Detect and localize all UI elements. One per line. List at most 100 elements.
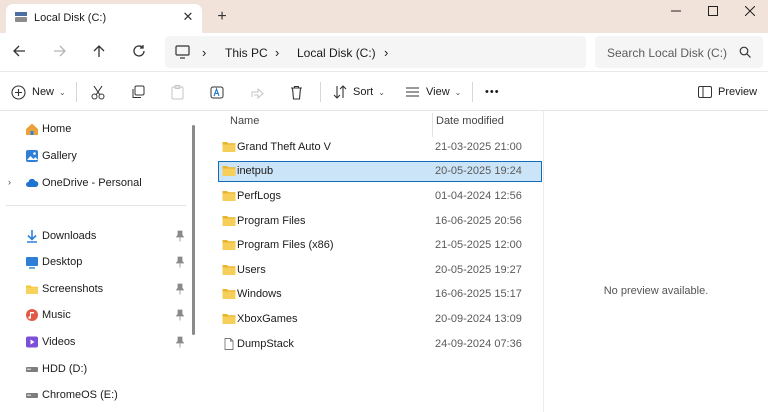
folder-icon	[222, 191, 236, 201]
table-row[interactable]: Program Files 16-06-2025 20:56	[218, 211, 542, 232]
refresh-button[interactable]	[130, 42, 148, 60]
tab-local-disk[interactable]: Local Disk (C:) ✕	[6, 4, 202, 33]
pin-icon[interactable]	[175, 230, 185, 242]
copy-button[interactable]	[131, 72, 145, 112]
breadcrumb-local-disk[interactable]: Local Disk (C:)	[297, 46, 376, 60]
share-icon	[251, 87, 264, 99]
breadcrumb-separator[interactable]: ›	[384, 45, 388, 60]
breadcrumb-separator: ›	[275, 45, 280, 60]
table-row[interactable]: Users 20-05-2025 19:27	[218, 260, 542, 281]
folder-icon	[222, 166, 236, 176]
sidebar-item-gallery[interactable]: Gallery	[0, 144, 188, 168]
preview-label: Preview	[718, 86, 758, 98]
table-row[interactable]: Program Files (x86) 21-05-2025 12:00	[218, 235, 542, 256]
table-row[interactable]: XboxGames 20-09-2024 13:09	[218, 309, 542, 330]
sidebar-item-music[interactable]: Music	[0, 303, 188, 327]
sidebar-item-desktop[interactable]: Desktop	[0, 250, 188, 274]
paste-button[interactable]	[171, 72, 184, 112]
desktop-icon	[26, 257, 38, 269]
sidebar-item-chromeos-e[interactable]: ChromeOS (E:)	[0, 383, 188, 407]
file-date: 16-06-2025 15:17	[435, 288, 522, 300]
no-preview-text: No preview available.	[603, 285, 709, 297]
close-tab-button[interactable]: ✕	[181, 10, 195, 24]
address-bar[interactable]: › This PC › Local Disk (C:) ›	[165, 36, 586, 68]
table-row[interactable]: PerfLogs 01-04-2024 12:56	[218, 186, 542, 207]
file-date: 21-03-2025 21:00	[435, 141, 522, 153]
sidebar-item-label: Downloads	[42, 230, 97, 242]
folder-icon	[222, 314, 236, 324]
sidebar-item-label: Screenshots	[42, 283, 104, 295]
sort-button[interactable]: Sort ⌄	[333, 72, 385, 112]
home-icon	[26, 123, 38, 135]
download-icon	[27, 230, 37, 243]
sort-label: Sort	[353, 86, 374, 98]
column-divider[interactable]	[432, 113, 433, 137]
sidebar-scrollbar[interactable]	[192, 125, 195, 335]
more-icon: •••	[485, 86, 500, 98]
folder-icon	[222, 142, 236, 152]
refresh-icon	[133, 45, 145, 57]
column-header-name[interactable]: Name	[230, 115, 259, 135]
search-box[interactable]: Search Local Disk (C:)	[595, 36, 763, 68]
rename-button[interactable]	[210, 72, 225, 112]
view-button[interactable]: View ⌄	[405, 72, 461, 112]
more-options-button[interactable]: •••	[485, 72, 500, 112]
file-date: 16-06-2025 20:56	[435, 215, 522, 227]
new-button[interactable]: New ⌄	[11, 72, 66, 112]
file-name: DumpStack	[237, 338, 294, 350]
sidebar-item-onedrive[interactable]: › OneDrive - Personal	[0, 171, 188, 195]
chevron-down-icon: ⌄	[378, 87, 385, 97]
navigation-pane: Home Gallery › OneDrive - Personal Downl…	[0, 111, 200, 412]
share-button[interactable]	[250, 72, 265, 112]
delete-button[interactable]	[290, 72, 303, 112]
cut-button[interactable]	[91, 72, 105, 112]
back-button[interactable]	[10, 42, 28, 60]
file-date: 24-09-2024 07:36	[435, 338, 522, 350]
search-icon	[739, 46, 751, 58]
pin-icon[interactable]	[175, 336, 185, 348]
folder-icon	[222, 289, 236, 299]
forward-button[interactable]	[51, 42, 69, 60]
drive-icon	[15, 12, 27, 22]
table-row[interactable]: Grand Theft Auto V 21-03-2025 21:00	[218, 137, 542, 158]
sidebar-item-videos[interactable]: Videos	[0, 330, 188, 354]
sidebar-item-home[interactable]: Home	[0, 117, 188, 141]
minimize-button[interactable]	[658, 0, 694, 22]
preview-pane-icon	[698, 86, 712, 98]
pin-icon[interactable]	[175, 283, 185, 295]
pin-icon[interactable]	[175, 309, 185, 321]
table-row[interactable]: DumpStack 24-09-2024 07:36	[218, 334, 542, 355]
command-bar: New ⌄ Sort ⌄ View ⌄ ••• Preview	[0, 71, 768, 111]
sidebar-item-label: Desktop	[42, 256, 83, 268]
preview-pane: No preview available.	[544, 111, 768, 412]
file-date: 20-09-2024 13:09	[435, 313, 522, 325]
sidebar-item-downloads[interactable]: Downloads	[0, 224, 188, 248]
view-label: View	[426, 86, 450, 98]
chevron-right-icon[interactable]: ›	[8, 177, 11, 187]
folder-icon	[222, 265, 236, 275]
table-row-selected[interactable]: inetpub 20-05-2025 19:24	[218, 161, 542, 182]
file-date: 20-05-2025 19:24	[435, 165, 522, 177]
close-icon	[745, 6, 755, 16]
monitor-icon	[175, 45, 190, 59]
pin-icon[interactable]	[175, 256, 185, 268]
sidebar-item-screenshots[interactable]: Screenshots	[0, 277, 188, 301]
search-input[interactable]: Search Local Disk (C:)	[607, 46, 727, 60]
breadcrumb-this-pc[interactable]: This PC	[225, 46, 268, 60]
sidebar-item-label: Home	[42, 123, 72, 135]
chevron-down-icon: ⌄	[59, 87, 66, 97]
rename-icon	[210, 86, 224, 98]
new-tab-button[interactable]: +	[214, 9, 230, 25]
sidebar-item-label: Music	[42, 309, 71, 321]
column-header-date[interactable]: Date modified	[436, 115, 504, 135]
sidebar-item-hdd-d[interactable]: HDD (D:)	[0, 357, 188, 381]
file-date: 01-04-2024 12:56	[435, 190, 522, 202]
close-window-button[interactable]	[732, 0, 768, 22]
maximize-button[interactable]	[695, 0, 731, 22]
copy-icon	[132, 85, 145, 98]
table-row[interactable]: Windows 16-06-2025 15:17	[218, 284, 542, 305]
cloud-icon	[26, 178, 39, 187]
preview-pane-button[interactable]: Preview	[698, 72, 757, 112]
folder-icon	[26, 285, 38, 294]
up-button[interactable]	[90, 42, 108, 60]
